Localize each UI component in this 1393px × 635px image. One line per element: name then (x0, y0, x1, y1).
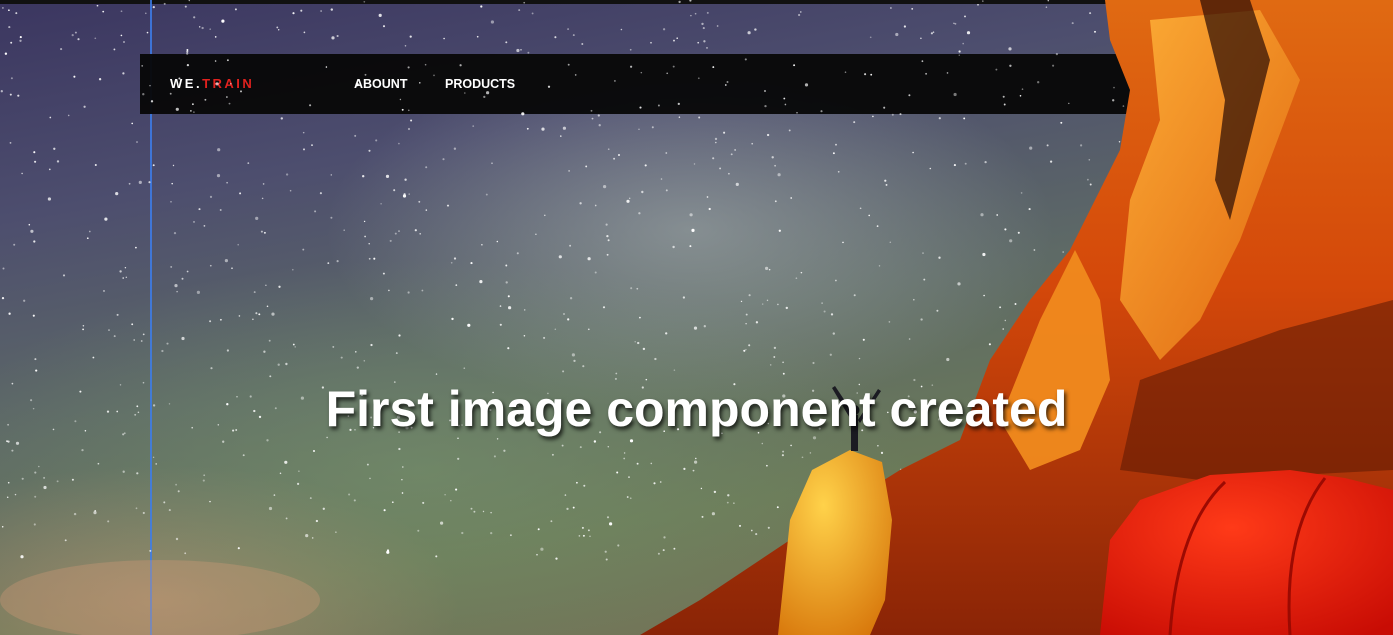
boulder-rock (778, 450, 892, 635)
hero-heading: First image component created (325, 381, 1068, 437)
hero-banner: WE.TRAIN ABOUNT PRODUCTS First image com… (0, 0, 1393, 635)
hero-background-image (0, 0, 1393, 635)
